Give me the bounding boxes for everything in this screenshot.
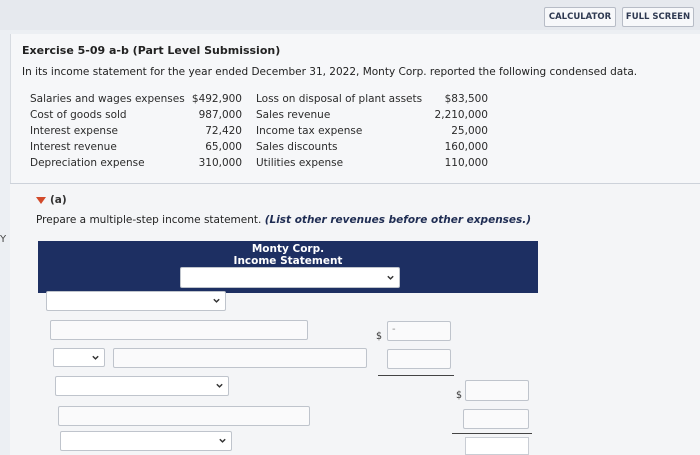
company-name: Monty Corp.: [251, 243, 325, 255]
chevron-down-icon: [387, 275, 394, 280]
line-item-select[interactable]: [60, 431, 232, 451]
dollar-sign: $: [456, 390, 463, 401]
data-value: 160,000: [444, 141, 488, 153]
amount-placeholder: -: [392, 324, 396, 335]
top-toolbar: CALCULATOR FULL SCREEN: [0, 0, 700, 30]
prompt-text: Prepare a multiple-step income statement…: [36, 214, 262, 226]
calculator-button[interactable]: CALCULATOR: [544, 7, 616, 27]
data-label: Loss on disposal of plant assets: [256, 93, 423, 105]
data-value: $492,900: [191, 93, 242, 105]
amount-input[interactable]: [463, 409, 529, 429]
data-value: 987,000: [198, 109, 242, 121]
amount-input[interactable]: [387, 349, 451, 369]
line-item-input[interactable]: [50, 320, 308, 340]
data-value: $83,500: [444, 93, 488, 105]
amount-input[interactable]: [465, 380, 529, 401]
less-select[interactable]: [53, 348, 105, 367]
data-value: 25,000: [451, 125, 488, 137]
data-value: 2,210,000: [434, 109, 488, 121]
line-item-select[interactable]: [46, 291, 226, 311]
statement-title: Income Statement: [233, 255, 343, 267]
data-label: Sales revenue: [256, 109, 331, 121]
chevron-down-icon: [216, 383, 223, 388]
amount-input[interactable]: [465, 437, 529, 455]
statement-header: Monty Corp. Income Statement: [38, 241, 538, 293]
line-item-input[interactable]: [58, 406, 310, 426]
data-label: Depreciation expense: [30, 157, 145, 169]
data-label: Interest expense: [30, 125, 118, 137]
period-select[interactable]: [180, 267, 400, 288]
data-label: Income tax expense: [256, 125, 363, 137]
chevron-down-icon: [213, 298, 220, 303]
data-value: 110,000: [444, 157, 488, 169]
part-a-label: (a): [50, 194, 67, 206]
line-item-input[interactable]: [113, 348, 367, 368]
data-label: Sales discounts: [256, 141, 338, 153]
data-value: 65,000: [205, 141, 242, 153]
data-value: 72,420: [205, 125, 242, 137]
data-label: Salaries and wages expenses: [30, 93, 185, 105]
data-label: Cost of goods sold: [30, 109, 127, 121]
underline-rule: [378, 375, 454, 376]
amount-input[interactable]: [387, 321, 451, 341]
collapse-triangle-icon[interactable]: [36, 197, 46, 204]
data-value: 310,000: [198, 157, 242, 169]
exercise-title: Exercise 5-09 a-b (Part Level Submission…: [22, 44, 281, 57]
underline-rule: [452, 433, 532, 434]
line-item-select[interactable]: [55, 376, 229, 396]
exercise-intro: In its income statement for the year end…: [22, 66, 638, 78]
part-a-prompt: Prepare a multiple-step income statement…: [36, 214, 531, 226]
data-label: Utilities expense: [256, 157, 344, 169]
full-screen-button[interactable]: FULL SCREEN: [622, 7, 694, 27]
dollar-sign: $: [376, 331, 383, 342]
prompt-emphasis: (List other revenues before other expens…: [264, 214, 532, 226]
data-label: Interest revenue: [30, 141, 117, 153]
chevron-down-icon: [92, 355, 99, 360]
side-character: Y: [0, 234, 7, 245]
chevron-down-icon: [219, 438, 226, 443]
